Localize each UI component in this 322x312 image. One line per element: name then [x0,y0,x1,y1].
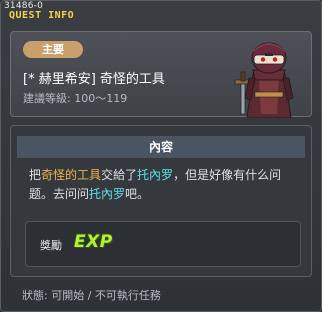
reward-label: 獎勵 [40,239,62,252]
quest-type-badge: 主要 [23,41,83,58]
content-section-title: 內容 [17,136,305,158]
description-text: 把 [29,168,42,182]
level-requirement: 建議等級: 100～119 [23,92,128,105]
npc-name-highlight: 托內罗 [89,187,126,201]
description-text: 交給了 [101,168,138,182]
quest-content-panel: 內容 把奇怪的工具交給了托內罗，但是好像有什么问题。去问问托內罗吧。 獎勵 EX… [10,125,312,277]
description-text: 吧。 [125,187,150,201]
quest-description: 把奇怪的工具交給了托內罗，但是好像有什么问题。去问问托內罗吧。 [29,166,299,204]
npc-masked-warrior-icon [234,42,294,118]
npc-name-highlight: 托內罗 [137,168,174,182]
quest-info-window: 31486-0 QUEST INFO 主要 [* 赫里希安] 奇怪的工具 建議等… [0,0,322,312]
quest-name: [* 赫里希安] 奇怪的工具 [23,72,165,87]
window-title[interactable]: QUEST INFO [9,10,74,21]
quest-header-panel: 主要 [* 赫里希安] 奇怪的工具 建議等級: 100～119 [10,31,312,118]
reward-box: 獎勵 EXP [25,221,301,267]
exp-icon[interactable]: EXP [74,232,113,252]
quest-status: 狀態: 可開始 / 不可執行任務 [22,289,161,302]
item-name-highlight: 奇怪的工具 [41,168,102,182]
